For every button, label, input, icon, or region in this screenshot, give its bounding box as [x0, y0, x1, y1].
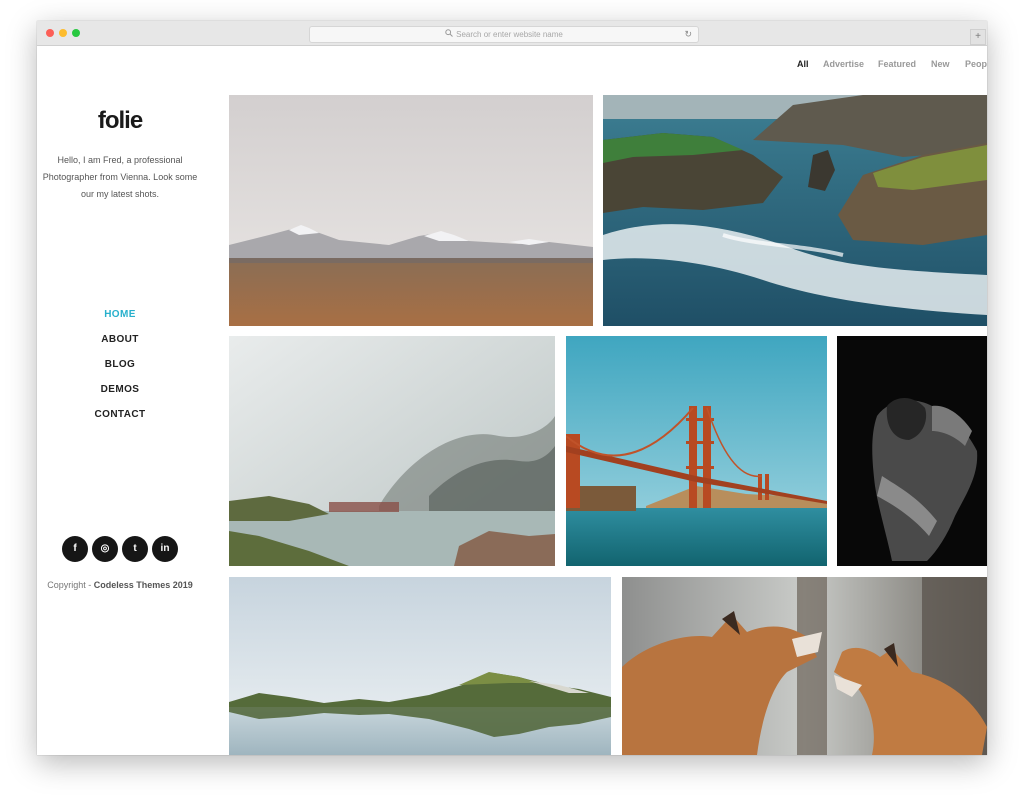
- nav-home[interactable]: HOME: [37, 308, 203, 333]
- copyright-link[interactable]: Codeless Themes 2019: [94, 580, 193, 590]
- new-tab-button[interactable]: +: [970, 29, 986, 45]
- photo-portrait-bw[interactable]: [837, 336, 987, 566]
- instagram-icon[interactable]: ◎: [92, 536, 118, 562]
- address-bar-placeholder: Search or enter website name: [456, 30, 563, 39]
- copyright: Copyright - Codeless Themes 2019: [37, 580, 203, 590]
- filter-featured[interactable]: Featured: [878, 59, 916, 69]
- nav-about[interactable]: ABOUT: [37, 333, 203, 358]
- search-icon: [445, 27, 453, 42]
- maximize-window-button[interactable]: [72, 29, 80, 37]
- browser-window: Search or enter website name ↻ + folie H…: [37, 21, 987, 755]
- photo-desert-mountains[interactable]: [229, 95, 593, 326]
- filter-people[interactable]: Peop: [965, 59, 987, 69]
- photo-coastal-cliffs[interactable]: [603, 95, 987, 326]
- minimize-window-button[interactable]: [59, 29, 67, 37]
- photo-misty-lake[interactable]: [229, 336, 555, 566]
- photo-foxes[interactable]: [622, 577, 987, 755]
- sidebar: folie Hello, I am Fred, a professional P…: [37, 46, 228, 755]
- social-links: f ◎ t in: [62, 536, 182, 562]
- site-logo[interactable]: folie: [37, 107, 203, 135]
- copyright-prefix: Copyright -: [47, 580, 94, 590]
- address-bar[interactable]: Search or enter website name ↻: [309, 26, 699, 43]
- facebook-icon[interactable]: f: [62, 536, 88, 562]
- photo-golden-gate-bridge[interactable]: [566, 336, 827, 566]
- linkedin-icon[interactable]: in: [152, 536, 178, 562]
- filter-new[interactable]: New: [931, 59, 950, 69]
- reload-icon[interactable]: ↻: [684, 27, 692, 42]
- photo-mountain-reflection[interactable]: [229, 577, 611, 755]
- main-nav: HOME ABOUT BLOG DEMOS CONTACT: [37, 308, 203, 433]
- browser-titlebar: Search or enter website name ↻ +: [37, 21, 987, 46]
- filter-advertise[interactable]: Advertise: [823, 59, 864, 69]
- nav-demos[interactable]: DEMOS: [37, 383, 203, 408]
- nav-contact[interactable]: CONTACT: [37, 408, 203, 433]
- close-window-button[interactable]: [46, 29, 54, 37]
- twitter-icon[interactable]: t: [122, 536, 148, 562]
- filter-all[interactable]: All: [797, 59, 809, 69]
- nav-blog[interactable]: BLOG: [37, 358, 203, 383]
- intro-text: Hello, I am Fred, a professional Photogr…: [42, 155, 198, 199]
